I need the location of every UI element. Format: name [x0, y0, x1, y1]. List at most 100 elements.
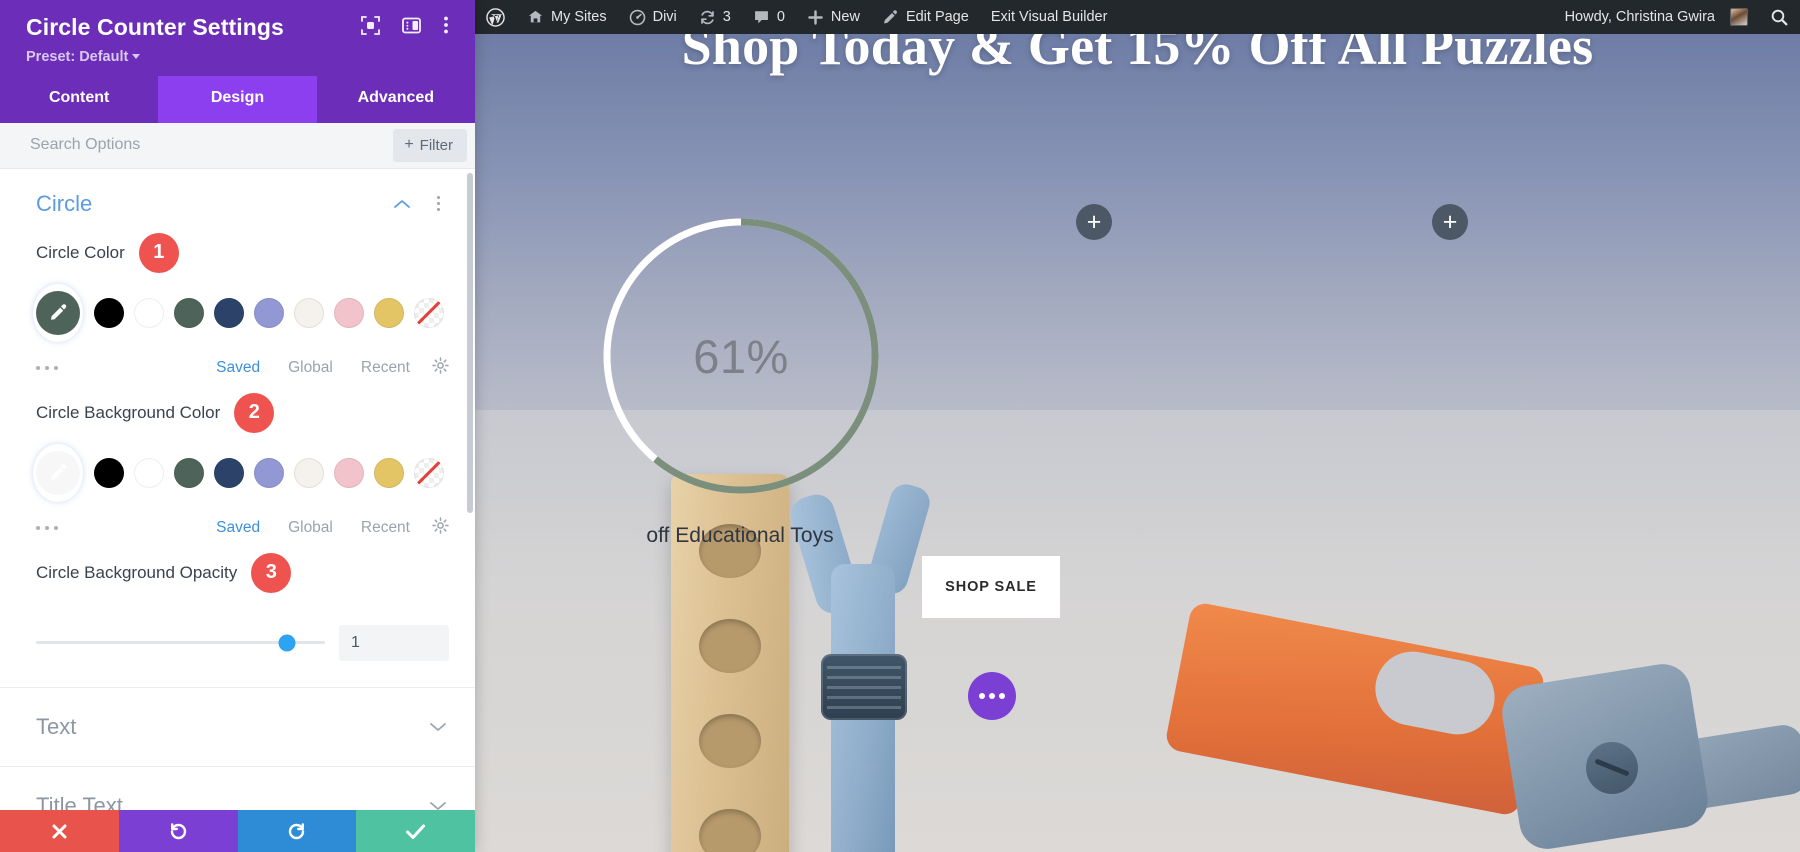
wordpress-logo-icon — [486, 7, 505, 27]
adminbar-label: Exit Visual Builder — [990, 9, 1108, 25]
plus-icon: + — [404, 136, 414, 154]
adminbar-right: Howdy, Christina Gwira — [1554, 0, 1800, 34]
opacity-slider[interactable] — [36, 634, 325, 652]
adminbar-item-divi[interactable]: Divi — [618, 0, 688, 34]
adminbar-item-updates[interactable]: 3 — [688, 0, 742, 34]
preset-label: Preset: Default — [26, 48, 129, 65]
more-colors-icon[interactable] — [36, 365, 188, 370]
swatch-sage[interactable] — [174, 297, 204, 328]
row-settings-button[interactable] — [968, 672, 1016, 720]
colors-tab-recent[interactable]: Recent — [361, 519, 410, 537]
adminbar-item-my-sites[interactable]: My Sites — [516, 0, 618, 34]
adminbar-label: 3 — [722, 9, 731, 25]
tab-design[interactable]: Design — [158, 75, 317, 123]
more-options-icon[interactable] — [443, 15, 449, 40]
section-title-text-title: Title Text — [36, 792, 123, 810]
colors-tab-saved[interactable]: Saved — [216, 519, 260, 537]
swatch-navy[interactable] — [214, 297, 244, 328]
circle-background-color-meta-row: Saved Global Recent — [0, 503, 475, 547]
section-circle: Circle Circle Color 1 Saved Global Recen… — [0, 169, 475, 688]
search-icon — [1771, 9, 1788, 25]
circle-counter-module[interactable]: 61% — [591, 206, 891, 506]
circle-counter-caption: off Educational Toys — [646, 524, 834, 547]
opacity-value-input[interactable] — [339, 624, 449, 661]
step-badge-1: 1 — [138, 232, 179, 273]
chevron-down-icon[interactable] — [427, 795, 449, 810]
swatch-gold[interactable] — [374, 297, 404, 328]
circle-background-color-picker-button[interactable] — [36, 446, 80, 499]
swatch-white[interactable] — [134, 457, 164, 488]
swatch-periwinkle[interactable] — [254, 297, 284, 328]
swatch-no-color[interactable] — [414, 297, 444, 328]
wordpress-logo-button[interactable] — [475, 0, 516, 34]
section-title-text[interactable]: Title Text — [0, 767, 475, 810]
adminbar-item-new[interactable]: New — [796, 0, 871, 34]
adminbar-item-exit-visual-builder[interactable]: Exit Visual Builder — [980, 0, 1119, 34]
undo-button[interactable] — [118, 810, 238, 852]
adminbar-item-edit-page[interactable]: Edit Page — [871, 0, 980, 34]
dashboard-icon — [629, 9, 645, 25]
swatch-navy[interactable] — [214, 457, 244, 488]
swatch-white[interactable] — [134, 297, 164, 328]
circle-background-color-label: Circle Background Color — [36, 402, 221, 422]
swatch-periwinkle[interactable] — [254, 457, 284, 488]
swatch-gold[interactable] — [374, 457, 404, 488]
field-circle-background-opacity: Circle Background Opacity 3 — [0, 547, 475, 611]
step-badge-3: 3 — [251, 552, 292, 593]
colors-tab-global[interactable]: Global — [288, 359, 333, 377]
adminbar-label: My Sites — [551, 9, 607, 25]
field-circle-background-color: Circle Background Color 2 — [0, 387, 475, 503]
search-button[interactable] — [1759, 0, 1800, 34]
swatch-black[interactable] — [94, 297, 124, 328]
adminbar-label: Divi — [652, 9, 677, 25]
colors-tab-global[interactable]: Global — [288, 519, 333, 537]
more-colors-icon[interactable] — [36, 525, 188, 530]
section-text[interactable]: Text — [0, 688, 475, 767]
panel-tabs: Content Design Advanced — [0, 75, 475, 123]
gear-icon[interactable] — [432, 516, 449, 539]
search-input[interactable] — [30, 136, 394, 155]
swatch-black[interactable] — [94, 457, 124, 488]
colors-tab-saved[interactable]: Saved — [216, 359, 260, 377]
chevron-down-icon[interactable] — [427, 716, 449, 738]
circle-color-meta-row: Saved Global Recent — [0, 343, 475, 387]
circle-background-opacity-label: Circle Background Opacity — [36, 562, 238, 582]
add-module-button-1[interactable]: + — [1076, 204, 1112, 240]
section-options-icon[interactable] — [427, 196, 449, 212]
save-button[interactable] — [356, 810, 475, 852]
redo-button[interactable] — [237, 810, 357, 852]
add-module-button-2[interactable]: + — [1432, 204, 1468, 240]
swatch-offwhite[interactable] — [294, 457, 324, 488]
grey-toy — [1490, 660, 1800, 852]
circle-color-picker-button[interactable] — [36, 286, 80, 339]
shop-sale-button[interactable]: SHOP SALE — [922, 556, 1060, 618]
tab-advanced[interactable]: Advanced — [316, 75, 475, 123]
colors-tab-recent[interactable]: Recent — [361, 359, 410, 377]
opacity-slider-row — [0, 611, 475, 687]
panel-scrollbar[interactable] — [467, 172, 473, 513]
account-menu[interactable]: Howdy, Christina Gwira — [1554, 0, 1759, 34]
swatch-pink[interactable] — [334, 457, 364, 488]
swatch-pink[interactable] — [334, 297, 364, 328]
avatar — [1730, 8, 1748, 26]
chevron-up-icon[interactable] — [391, 193, 413, 215]
preset-selector[interactable]: Preset: Default — [26, 48, 453, 66]
panel-layout-icon[interactable] — [402, 16, 421, 40]
swatch-offwhite[interactable] — [294, 297, 324, 328]
circle-color-swatches — [36, 286, 449, 339]
gear-icon[interactable] — [432, 356, 449, 379]
pencil-icon — [884, 9, 897, 24]
undo-icon — [170, 822, 186, 839]
section-circle-header[interactable]: Circle — [0, 169, 475, 227]
opacity-slider-handle[interactable] — [278, 634, 296, 652]
panel-title: Circle Counter Settings — [26, 14, 284, 40]
plus-icon — [808, 9, 823, 25]
adminbar-item-comments[interactable]: 0 — [742, 0, 796, 34]
cancel-button[interactable] — [0, 810, 119, 852]
tab-content[interactable]: Content — [0, 75, 159, 123]
circle-counter-percent: 61% — [693, 329, 789, 383]
filter-button[interactable]: + Filter — [393, 128, 467, 162]
focus-target-icon[interactable] — [361, 15, 380, 40]
swatch-no-color[interactable] — [414, 457, 444, 488]
swatch-sage[interactable] — [174, 457, 204, 488]
